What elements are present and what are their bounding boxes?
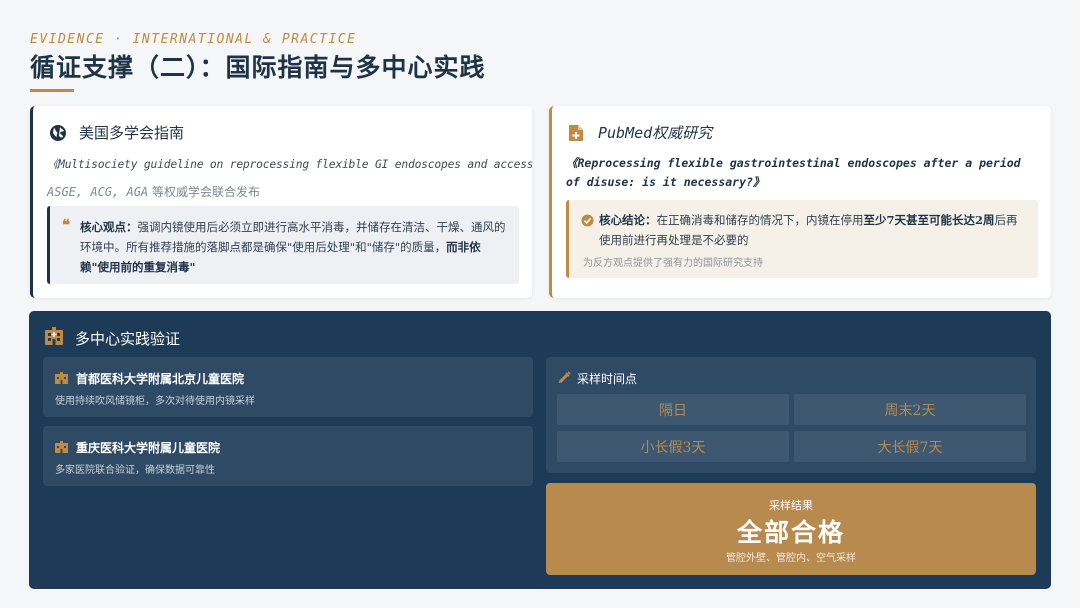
syringe-icon bbox=[558, 369, 571, 388]
pubmed-card-title: PubMed权威研究 bbox=[598, 124, 713, 142]
guideline-card-title: 美国多学会指南 bbox=[79, 124, 185, 142]
guideline-orgs: ASGE, ACG, AGA 等权威学会联合发布 bbox=[47, 183, 260, 200]
pubmed-conclusion-box: 核心结论：在正确消毒和储存的情况下，内镜在停用至少7天甚至可能长达2周后再使用前… bbox=[566, 200, 1038, 278]
hospital-card-header: 首都医科大学附属北京儿童医院 bbox=[55, 369, 244, 388]
document-medical-icon bbox=[568, 124, 586, 142]
sampling-times-header: 采样时间点 bbox=[558, 369, 637, 388]
pubmed-citation: 《Reprocessing flexible gastrointestinal … bbox=[566, 156, 1021, 189]
page-title: 循证支撑（二）：国际指南与多中心实践 bbox=[30, 53, 486, 82]
sampling-chip: 小长假3天 bbox=[557, 431, 789, 462]
quote-text: 强调内镜使用后必须立即进行高水平消毒，并储存在清洁、干燥、通风的环境中。所有推荐… bbox=[80, 220, 506, 254]
sampling-chip: 大长假7天 bbox=[794, 431, 1026, 462]
conclusion-label: 核心结论： bbox=[599, 213, 657, 227]
result-headline: 全部合格 bbox=[736, 518, 845, 547]
guideline-card-header: 美国多学会指南 bbox=[49, 122, 184, 143]
header-kicker: EVIDENCE · INTERNATIONAL & PRACTICE bbox=[30, 32, 357, 47]
sampling-times-box: 采样时间点 隔日 周末2天 小长假3天 大长假7天 bbox=[546, 357, 1036, 473]
guideline-orgs-abbr: ASGE, ACG, AGA bbox=[47, 185, 149, 199]
result-detail: 管腔外壁、管腔内、空气采样 bbox=[726, 553, 856, 564]
hospital-card: 首都医科大学附属北京儿童医院 使用持续吹风储镜柜，多次对待使用内镜采样 bbox=[43, 357, 533, 417]
conclusion-note: 为反方观点提供了强有力的国际研究支持 bbox=[583, 258, 763, 269]
conclusion-pre: 在正确消毒和储存的情况下，内镜在停用 bbox=[656, 213, 864, 227]
guideline-card: 美国多学会指南 《Multisociety guideline on repro… bbox=[30, 106, 532, 298]
guideline-quote-box: ❝ 核心观点：强调内镜使用后必须立即进行高水平消毒，并储存在清洁、干燥、通风的环… bbox=[47, 206, 519, 284]
conclusion-bold: 至少7天甚至可能长达2周 bbox=[863, 213, 995, 227]
practice-panel-title: 多中心实践验证 bbox=[75, 329, 181, 348]
title-underline bbox=[30, 89, 74, 92]
pubmed-card: PubMed权威研究 《Reprocessing flexible gastro… bbox=[549, 106, 1051, 298]
hospital-building-icon bbox=[44, 327, 64, 349]
result-caption: 采样结果 bbox=[769, 499, 813, 512]
quote-icon: ❝ bbox=[62, 216, 71, 234]
pubmed-card-header: PubMed权威研究 bbox=[568, 122, 712, 143]
guideline-citation: 《Multisociety guideline on reprocessing … bbox=[47, 158, 532, 171]
sampling-result-box: 采样结果 全部合格 管腔外壁、管腔内、空气采样 bbox=[546, 483, 1036, 575]
hospital-name: 首都医科大学附属北京儿童医院 bbox=[76, 372, 245, 386]
hospital-desc: 使用持续吹风储镜柜，多次对待使用内镜采样 bbox=[55, 396, 255, 407]
hospital-card: 重庆医科大学附属儿童医院 多家医院联合验证，确保数据可靠性 bbox=[43, 426, 533, 486]
sampling-chip: 隔日 bbox=[557, 394, 789, 425]
guideline-orgs-suffix: 等权威学会联合发布 bbox=[148, 185, 260, 199]
practice-panel-header: 多中心实践验证 bbox=[44, 327, 180, 349]
hospital-desc: 多家医院联合验证，确保数据可靠性 bbox=[55, 465, 215, 476]
hospital-icon bbox=[55, 438, 68, 457]
practice-panel: 多中心实践验证 首都医科大学附属北京儿童医院 使用持续吹风储镜柜，多次对待使用内… bbox=[29, 311, 1051, 589]
hospital-icon bbox=[55, 369, 68, 388]
quote-label: 核心观点： bbox=[80, 220, 138, 234]
hospital-name: 重庆医科大学附属儿童医院 bbox=[76, 441, 221, 455]
check-circle-icon bbox=[581, 213, 594, 227]
sampling-chip: 周末2天 bbox=[794, 394, 1026, 425]
sampling-times-title: 采样时间点 bbox=[577, 372, 638, 386]
globe-icon bbox=[49, 124, 67, 142]
hospital-card-header: 重庆医科大学附属儿童医院 bbox=[55, 438, 220, 457]
